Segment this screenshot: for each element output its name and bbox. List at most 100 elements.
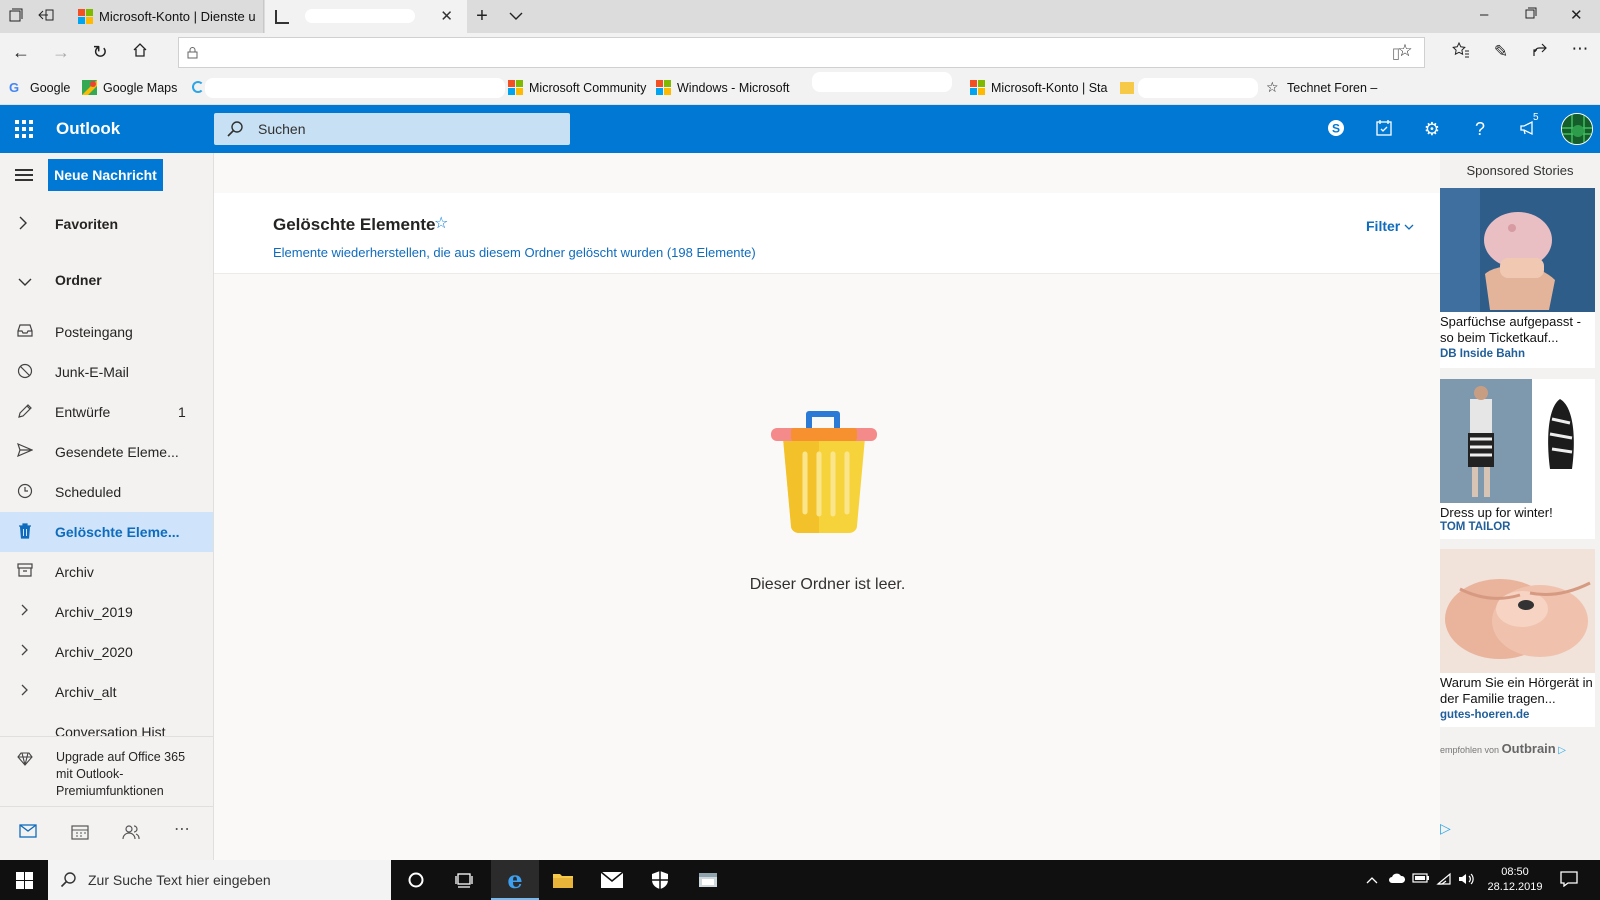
chevron-right-icon[interactable] <box>16 643 33 660</box>
address-bar[interactable]: ▯ <box>178 37 1425 68</box>
close-tab-icon[interactable]: ✕ <box>440 7 453 25</box>
more-icon[interactable]: ⋯ <box>1569 39 1591 59</box>
mail-app-icon[interactable] <box>588 860 636 900</box>
windows-start-icon[interactable] <box>16 872 33 889</box>
search-placeholder: Suchen <box>258 121 306 137</box>
filter-button[interactable]: Filter <box>1366 218 1414 234</box>
nav-item-posteingang[interactable]: Posteingang <box>0 312 213 352</box>
skype-icon[interactable]: S <box>1325 118 1347 140</box>
tab-actions-icon[interactable] <box>8 8 24 24</box>
restore-items-link[interactable]: Elemente wiederherstellen, die aus diese… <box>273 245 756 260</box>
cortana-icon[interactable] <box>392 860 440 900</box>
ad-image-hands <box>1440 549 1595 673</box>
avatar[interactable] <box>1561 113 1593 145</box>
hamburger-menu-icon[interactable] <box>15 169 33 181</box>
action-center-icon[interactable] <box>1560 871 1578 887</box>
favorite-star-icon[interactable]: ☆ <box>1394 41 1416 61</box>
fav-microsoft-community[interactable]: Microsoft Community <box>508 80 646 95</box>
tab-list-chevron-icon[interactable] <box>508 8 524 24</box>
diamond-icon <box>17 752 33 766</box>
fav-google[interactable]: G Google <box>9 80 70 95</box>
nav-section-favorites[interactable]: Favoriten <box>0 204 213 244</box>
search-icon <box>227 121 243 137</box>
favorites-hub-icon[interactable] <box>1450 41 1472 63</box>
home-icon[interactable] <box>129 42 151 62</box>
nav-item-archive[interactable]: Archiv <box>0 552 213 592</box>
fav-microsoft-konto[interactable]: Microsoft-Konto | Sta <box>970 80 1108 95</box>
adchoices-icon[interactable]: ▷ <box>1440 820 1451 837</box>
edge-taskbar-icon[interactable]: e <box>491 860 539 900</box>
fav-technet[interactable]: ☆ Technet Foren – <box>1266 80 1377 95</box>
adchoices-icon[interactable]: ▷ <box>1558 745 1566 756</box>
share-icon[interactable] <box>1529 42 1551 63</box>
back-icon[interactable]: ← <box>10 42 32 62</box>
search-input[interactable]: Suchen <box>214 113 570 145</box>
calendar-icon[interactable] <box>70 824 90 842</box>
upgrade-banner[interactable]: Upgrade auf Office 365 mit Outlook-Premi… <box>0 736 213 806</box>
nav-item-archiv-2019[interactable]: Archiv_2019 <box>0 592 213 632</box>
volume-icon[interactable] <box>1458 872 1476 889</box>
nav-item-archiv-2020[interactable]: Archiv_2020 <box>0 632 213 672</box>
folder-pane: Neue Nachricht Favoriten Ordner Posteing… <box>0 153 213 860</box>
chevron-right-icon[interactable] <box>16 683 33 700</box>
chevron-right-icon <box>18 216 28 233</box>
tab-microsoft-konto[interactable]: Microsoft-Konto | Dienste u <box>66 0 264 33</box>
ad-footer[interactable]: empfohlen von Outbrain ▷ <box>1440 741 1600 756</box>
favorite-folder-star-icon[interactable]: ☆ <box>434 213 448 233</box>
set-aside-tabs-icon[interactable] <box>38 8 54 24</box>
settings-gear-icon[interactable]: ⚙ <box>1421 118 1443 140</box>
nav-section-folders[interactable]: Ordner <box>0 260 213 300</box>
tab-active[interactable]: ✕ <box>265 0 467 33</box>
nav-item-junk[interactable]: Junk-E-Mail <box>0 352 213 392</box>
taskbar-search-input[interactable]: Zur Suche Text hier eingeben <box>48 860 391 900</box>
restore-icon[interactable] <box>1525 6 1537 23</box>
nav-item-scheduled[interactable]: Scheduled <box>0 472 213 512</box>
pen-icon[interactable]: ✎ <box>1490 42 1512 62</box>
battery-icon[interactable] <box>1412 872 1430 887</box>
nav-item-archiv-alt[interactable]: Archiv_alt <box>0 672 213 712</box>
new-message-button[interactable]: Neue Nachricht <box>48 159 163 191</box>
new-tab-icon[interactable]: + <box>474 6 490 26</box>
onedrive-cloud-icon[interactable] <box>1388 872 1406 887</box>
forward-icon[interactable]: → <box>50 42 72 62</box>
fav-label: Microsoft Community <box>529 80 647 95</box>
ad-source: gutes-hoeren.de <box>1440 709 1530 721</box>
system-clock[interactable]: 08:50 28.12.2019 <box>1480 865 1550 895</box>
app-window-icon[interactable] <box>684 860 732 900</box>
ad-card-db[interactable]: Sparfüchse aufgepasst - so beim Ticketka… <box>1440 188 1595 368</box>
refresh-icon[interactable]: ↻ <box>89 42 111 62</box>
nav-item-label: Posteingang <box>55 324 133 340</box>
wifi-icon[interactable] <box>1436 872 1452 889</box>
nav-item-deleted[interactable]: Gelöschte Eleme... <box>0 512 213 552</box>
tab-title: Microsoft-Konto | Dienste u <box>99 9 256 24</box>
ad-title: Sparfüchse aufgepasst - so beim Ticketka… <box>1440 314 1581 345</box>
task-view-icon[interactable] <box>440 860 488 900</box>
my-day-icon[interactable] <box>1373 118 1395 140</box>
page-icon <box>275 10 289 24</box>
section-label: Ordner <box>55 272 102 288</box>
fav-windows-microsoft[interactable]: Windows - Microsoft <box>656 80 790 95</box>
close-window-icon[interactable]: ✕ <box>1570 6 1583 24</box>
security-shield-icon[interactable] <box>636 860 684 900</box>
ad-card-tomtailor[interactable]: Dress up for winter! TOM TAILOR <box>1440 379 1595 539</box>
mail-icon[interactable] <box>18 824 38 842</box>
nav-item-drafts[interactable]: Entwürfe 1 <box>0 392 213 432</box>
outbrain-logo: Outbrain <box>1501 741 1556 756</box>
ad-card-hoergeraet[interactable]: Warum Sie ein Hörgerät in der Familie tr… <box>1440 549 1595 727</box>
chevron-right-icon[interactable] <box>16 603 33 620</box>
outlook-header: Outlook Suchen S ⚙ ? 5 <box>0 105 1600 153</box>
more-apps-icon[interactable]: ⋯ <box>172 819 192 838</box>
ad-header: Sponsored Stories <box>1466 163 1574 178</box>
nav-item-conversation-history[interactable]: Conversation Hist <box>0 712 213 736</box>
minimize-icon[interactable]: – <box>1480 6 1488 23</box>
show-hidden-icons-chevron-icon[interactable] <box>1366 872 1378 887</box>
help-icon[interactable]: ? <box>1469 118 1491 140</box>
fav-google-maps[interactable]: Google Maps <box>82 80 177 95</box>
app-launcher-icon[interactable] <box>15 120 33 138</box>
search-icon <box>60 872 76 888</box>
file-explorer-icon[interactable] <box>539 860 587 900</box>
notification-badge: 5 <box>1533 112 1539 123</box>
nav-item-sent[interactable]: Gesendete Eleme... <box>0 432 213 472</box>
people-icon[interactable] <box>121 824 141 842</box>
outlook-brand[interactable]: Outlook <box>56 119 120 139</box>
